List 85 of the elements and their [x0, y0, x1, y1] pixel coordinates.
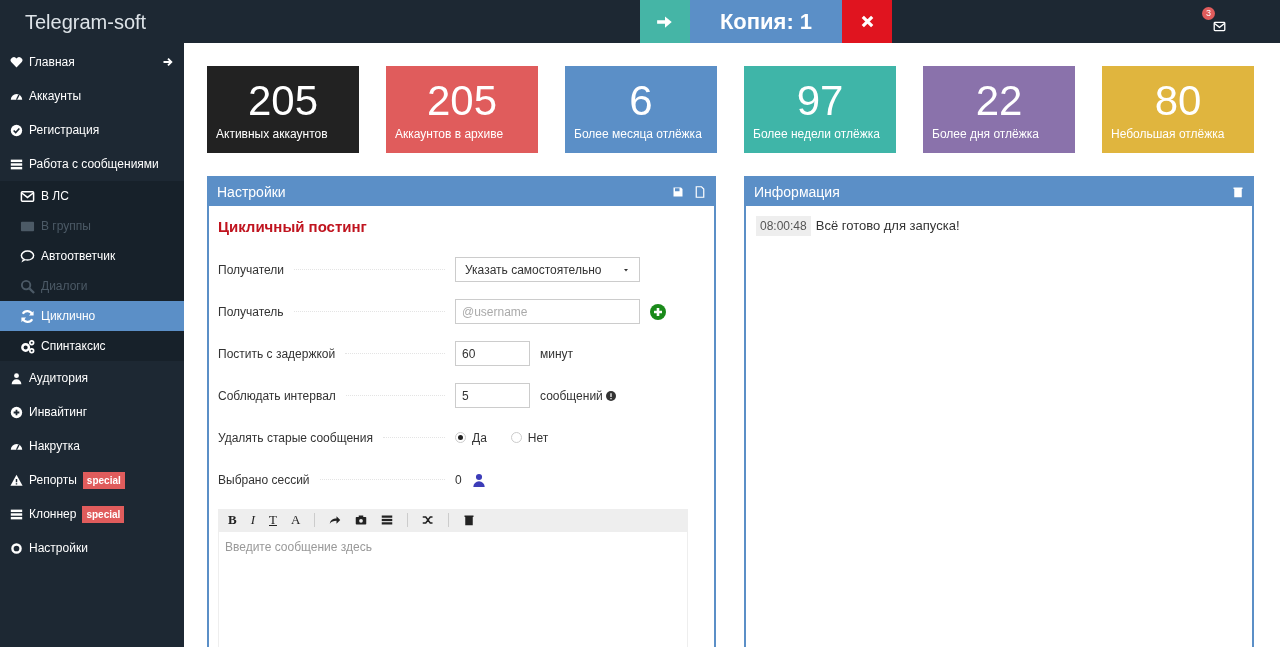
field-label: Выбрано сессий	[218, 471, 310, 489]
list-icon	[381, 513, 394, 526]
info-icon	[605, 390, 616, 401]
sidebar-item[interactable]: Клоннер special	[0, 497, 184, 531]
panel-title: Настройки	[217, 182, 287, 202]
stat-value: 97	[796, 77, 844, 125]
trash-icon	[463, 513, 476, 526]
submenu-item[interactable]: Спинтаксис	[0, 331, 184, 361]
toolbar-button[interactable]	[381, 513, 394, 526]
search-icon	[20, 278, 35, 294]
copy-counter: Копия: 1	[690, 0, 842, 43]
sidebar-item[interactable]: Аккаунты	[0, 79, 184, 113]
document-icon	[694, 186, 706, 198]
format-button[interactable]: I	[250, 509, 255, 530]
sidebar-item[interactable]: Настройки	[0, 531, 184, 565]
notifications-button[interactable]: 3	[1204, 10, 1226, 33]
list-icon	[10, 157, 23, 171]
unit-label: минут	[540, 345, 574, 363]
special-badge: special	[82, 471, 125, 489]
stat-label: Активных аккаунтов	[215, 126, 328, 143]
sidebar-item[interactable]: Работа с сообщениями	[0, 147, 184, 181]
section-heading: Цикличный постинг	[218, 217, 368, 237]
speech-bubble-icon	[20, 248, 35, 264]
timestamp: 08:00:48	[756, 216, 811, 236]
format-button[interactable]: A	[290, 509, 301, 530]
field-label: Удалять старые сообщения	[218, 429, 373, 447]
check-circle-icon	[10, 123, 23, 137]
stat-value: 22	[975, 77, 1023, 125]
submenu-item[interactable]: Автоответчик	[0, 241, 184, 271]
refresh-icon	[20, 308, 35, 324]
stat-value: 205	[426, 77, 498, 125]
close-button[interactable]	[842, 0, 892, 43]
stat-value: 80	[1154, 77, 1202, 125]
arrow-right-icon	[162, 56, 174, 68]
notification-badge: 3	[1202, 6, 1215, 20]
stat-label: Небольшая отлёжка	[1110, 126, 1225, 143]
close-icon	[859, 14, 875, 29]
radio-option[interactable]: Нет	[510, 428, 549, 447]
input-field[interactable]: @username	[455, 299, 640, 324]
plus-circle-icon	[650, 303, 666, 320]
app-title: Telegram-soft	[24, 9, 148, 35]
heart-icon	[10, 55, 23, 69]
sidebar-item[interactable]: Репорты special	[0, 463, 184, 497]
stat-value: 6	[629, 77, 653, 125]
sidebar-item[interactable]: Аудитория	[0, 361, 184, 395]
radio-option[interactable]: Да	[455, 428, 487, 447]
toolbar-button[interactable]	[422, 513, 435, 526]
user-icon	[10, 371, 23, 385]
log-message: Всё готово для запуска!	[815, 217, 960, 236]
stat-label: Аккаунтов в архиве	[394, 126, 504, 143]
session-count: 0	[455, 471, 462, 489]
plus-circle-icon	[10, 405, 23, 419]
format-button[interactable]: T	[269, 509, 277, 530]
format-button[interactable]: B	[228, 509, 237, 530]
input-field[interactable]: 60	[455, 341, 530, 366]
sidebar-item[interactable]: Регистрация	[0, 113, 184, 147]
warning-icon	[10, 473, 23, 487]
stat-label: Более месяца отлёжка	[573, 126, 702, 143]
toolbar-button[interactable]	[355, 513, 368, 526]
list-icon	[10, 507, 23, 521]
field-label: Соблюдать интервал	[218, 387, 336, 405]
field-label: Получатель	[218, 303, 284, 321]
stat-label: Более дня отлёжка	[931, 126, 1039, 143]
trash-icon	[1232, 186, 1244, 198]
input-field[interactable]: 5	[455, 383, 530, 408]
save-icon	[672, 186, 684, 198]
stat-value: 205	[247, 77, 319, 125]
sidebar-item[interactable]: Главная	[0, 45, 184, 79]
field-label: Постить с задержкой	[218, 345, 336, 363]
submenu-item[interactable]: В ЛС	[0, 181, 184, 211]
user-icon	[471, 472, 486, 487]
field-label: Получатели	[218, 261, 285, 279]
camera-icon	[355, 513, 368, 526]
message-input[interactable]: Введите сообщение здесь	[218, 530, 688, 647]
add-button[interactable]	[650, 303, 666, 320]
toolbar-button[interactable]	[463, 513, 476, 526]
shuffle-icon	[422, 513, 435, 526]
dropdown[interactable]: Указать самостоятельно	[455, 257, 640, 282]
special-badge: special	[82, 505, 125, 523]
panel-title: Информация	[754, 182, 841, 202]
unit-label: сообщений	[540, 387, 603, 405]
sidebar-item[interactable]: Накрутка	[0, 429, 184, 463]
stat-label: Более недели отлёжка	[752, 126, 880, 143]
sidebar-item[interactable]: Инвайтинг	[0, 395, 184, 429]
gears-icon	[20, 338, 35, 354]
